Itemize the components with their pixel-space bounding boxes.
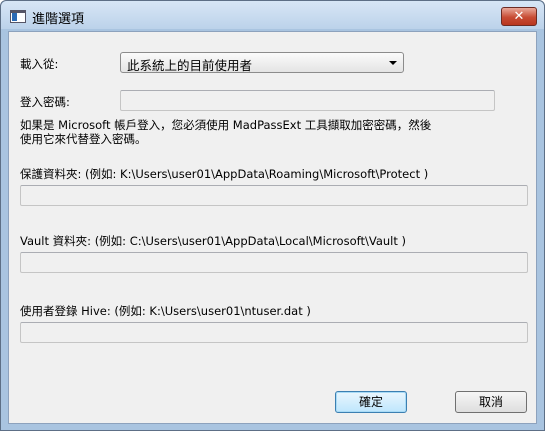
registry-hive-label: 使用者登錄 Hive: (例如: K:\Users\user01\ntuser.…: [20, 304, 311, 318]
password-note-line-2: 使用它來代替登入密碼。: [20, 132, 147, 146]
load-from-dropdown[interactable]: 此系統上的目前使用者: [120, 52, 404, 73]
dialog-body: 載入從: 此系統上的目前使用者 登入密碼: 如果是 Microsoft 帳戶登入…: [8, 31, 537, 424]
password-field[interactable]: [120, 90, 495, 111]
chevron-down-icon[interactable]: [389, 61, 397, 65]
dialog-window: 進階選項 ✕ 載入從: 此系統上的目前使用者 登入密碼: 如果是 Microso…: [0, 0, 545, 431]
protect-folder-field[interactable]: [20, 185, 528, 206]
cancel-button[interactable]: 取消: [455, 391, 527, 413]
vault-folder-label: Vault 資料夾: (例如: C:\Users\user01\AppData\…: [20, 234, 407, 248]
ok-button[interactable]: 確定: [335, 391, 407, 413]
password-label: 登入密碼:: [20, 95, 70, 109]
close-button[interactable]: ✕: [501, 7, 537, 26]
protect-folder-label: 保護資料夾: (例如: K:\Users\user01\AppData\Roam…: [20, 167, 429, 181]
load-from-label: 載入從:: [20, 57, 59, 71]
title-bar[interactable]: 進階選項 ✕: [1, 1, 544, 29]
window-title: 進階選項: [32, 12, 85, 27]
app-window-icon: [10, 10, 26, 23]
load-from-selected-value: 此系統上的目前使用者: [127, 58, 253, 73]
vault-folder-field[interactable]: [20, 252, 528, 273]
registry-hive-field[interactable]: [20, 322, 528, 343]
